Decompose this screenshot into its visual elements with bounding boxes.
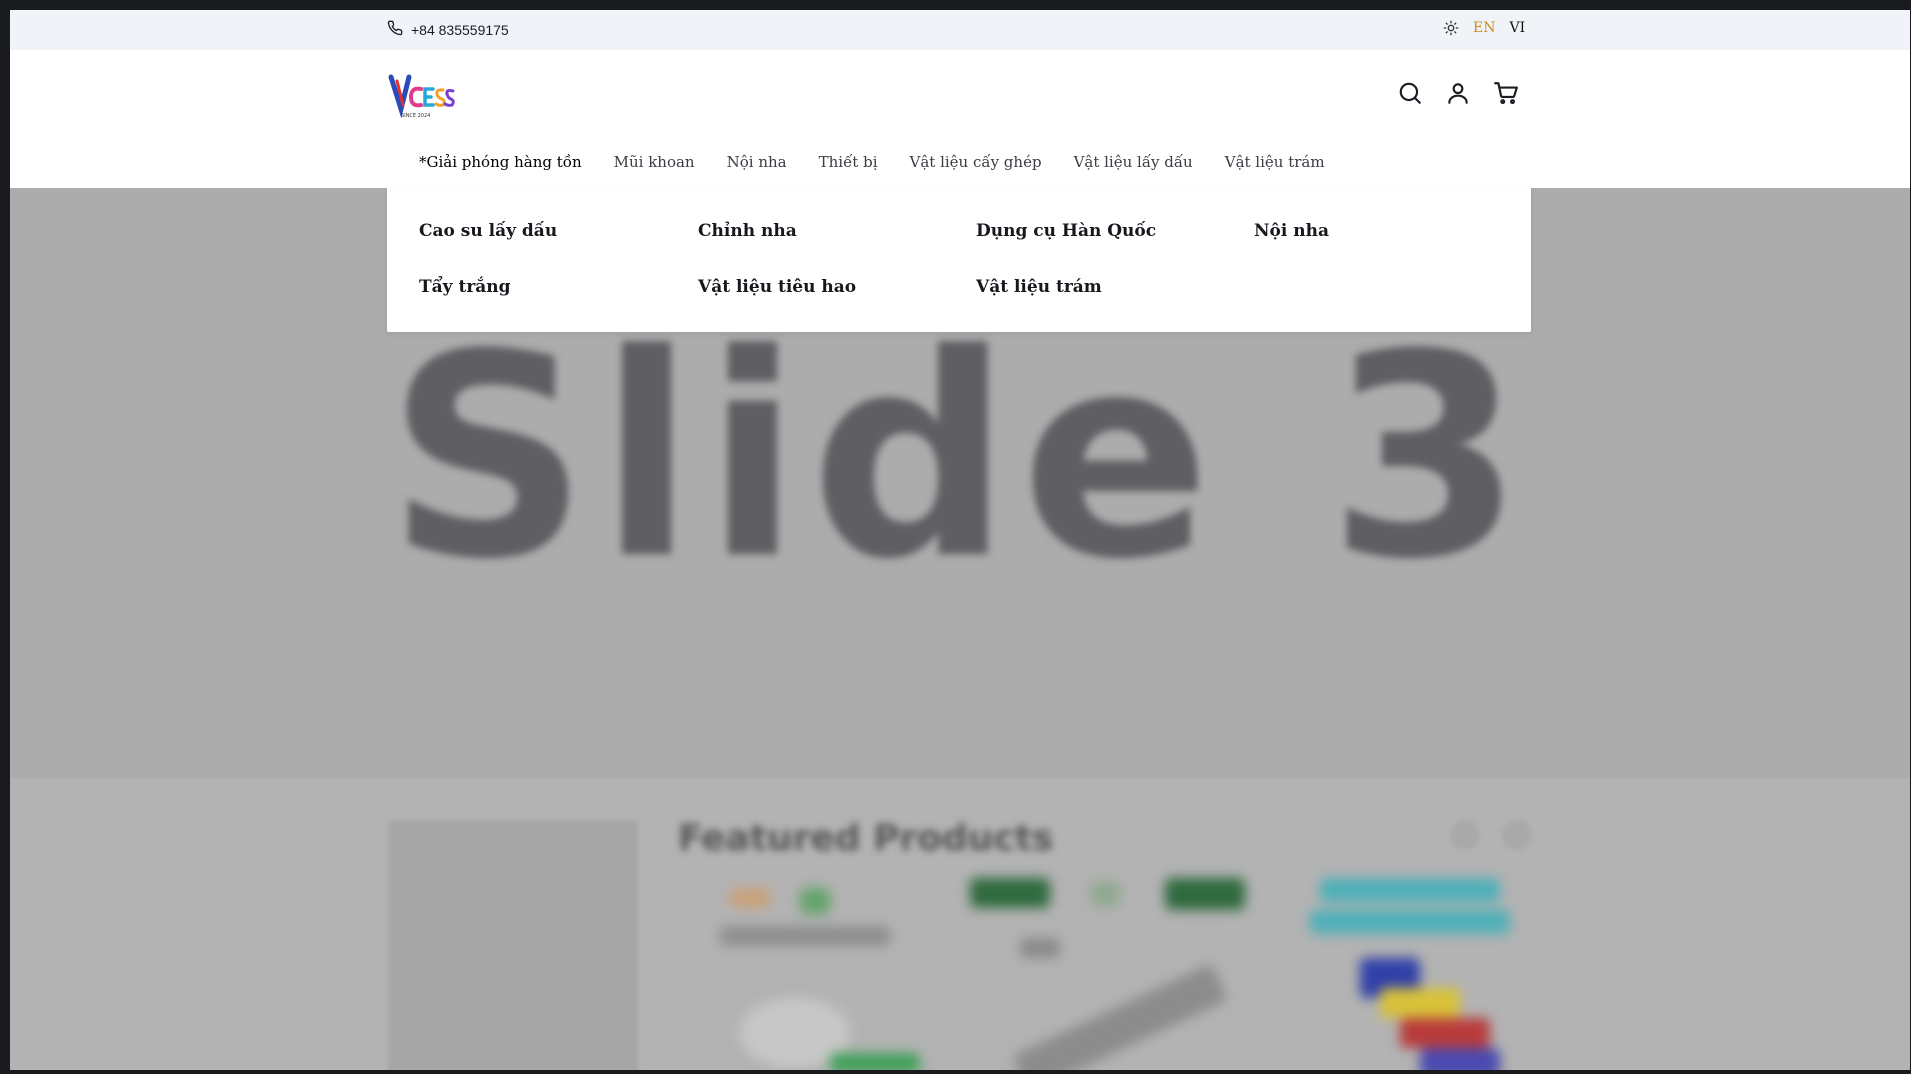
language-vi[interactable]: VI: [1509, 20, 1525, 36]
product-card[interactable]: [970, 878, 1250, 1070]
featured-banner: [388, 821, 638, 1070]
language-en[interactable]: EN: [1473, 20, 1495, 36]
user-icon[interactable]: [1445, 80, 1471, 106]
carousel-arrows: [1450, 820, 1532, 850]
dropdown-item-filling-materials[interactable]: Vật liệu trám: [976, 277, 1102, 297]
dropdown-item-korean-instruments[interactable]: Dụng cụ Hàn Quốc: [976, 221, 1156, 241]
product-card[interactable]: [710, 878, 930, 1070]
nav-mega-dropdown: Cao su lấy dấu Chỉnh nha Dụng cụ Hàn Quố…: [387, 187, 1531, 332]
svg-text:SINCE 2024: SINCE 2024: [401, 113, 430, 119]
nav-item-implant-materials[interactable]: Vật liệu cấy ghép: [910, 153, 1042, 171]
site-logo[interactable]: SINCE 2024: [387, 71, 455, 121]
dropdown-item-impression-rubber[interactable]: Cao su lấy dấu: [419, 221, 557, 241]
dropdown-item-orthodontics[interactable]: Chỉnh nha: [698, 221, 797, 241]
browser-viewport: +84 835559175 EN VI SINCE 2024 *Giải phó…: [10, 10, 1910, 1070]
dropdown-item-whitening[interactable]: Tẩy trắng: [419, 277, 511, 297]
nav-item-impression-materials[interactable]: Vật liệu lấy dấu: [1074, 153, 1193, 171]
nav-item-equipment[interactable]: Thiết bị: [819, 153, 878, 171]
search-icon[interactable]: [1397, 80, 1423, 106]
featured-title: Featured Products: [678, 818, 1054, 859]
cart-icon[interactable]: [1493, 80, 1519, 106]
featured-section: Featured Products: [10, 778, 1910, 1070]
theme-toggle-sun-icon[interactable]: [1443, 20, 1459, 36]
main-nav: *Giải phóng hàng tồn Mũi khoan Nội nha T…: [419, 153, 1325, 171]
carousel-prev-button[interactable]: [1450, 820, 1480, 850]
nav-item-filling-materials[interactable]: Vật liệu trám: [1225, 153, 1325, 171]
dropdown-item-consumables[interactable]: Vật liệu tiêu hao: [698, 277, 856, 297]
nav-item-clearance[interactable]: *Giải phóng hàng tồn: [419, 153, 582, 171]
phone-icon: [387, 20, 403, 39]
language-switcher: EN VI: [1443, 20, 1525, 36]
nav-item-drill-bits[interactable]: Mũi khoan: [614, 153, 695, 171]
phone-contact[interactable]: +84 835559175: [387, 20, 509, 39]
dropdown-item-endodontics[interactable]: Nội nha: [1254, 221, 1329, 241]
product-card[interactable]: [1300, 878, 1540, 1070]
header-actions: [1397, 80, 1519, 106]
carousel-next-button[interactable]: [1502, 820, 1532, 850]
slide-caption: Slide 3: [386, 295, 1534, 621]
site-header: SINCE 2024 *Giải phóng hàng tồn Mũi khoa…: [10, 50, 1910, 188]
nav-item-endodontics[interactable]: Nội nha: [727, 153, 787, 171]
phone-number: +84 835559175: [411, 21, 509, 38]
top-bar: +84 835559175 EN VI: [10, 10, 1910, 50]
